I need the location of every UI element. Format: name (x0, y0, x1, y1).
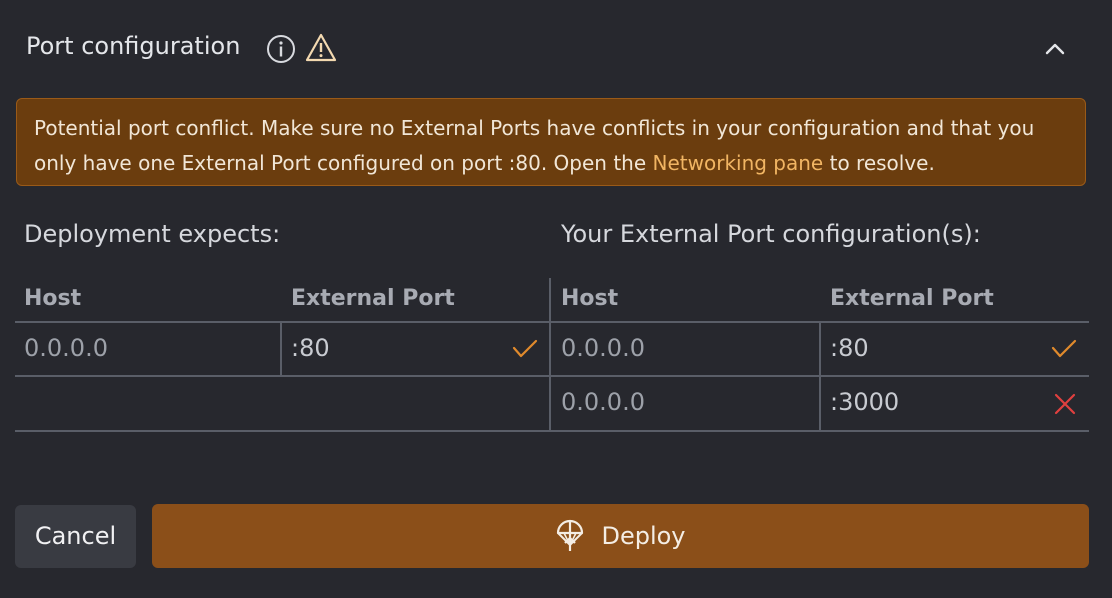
deploy-label: Deploy (601, 522, 686, 550)
right-port-header: External Port (830, 286, 994, 311)
left-row-host: 0.0.0.0 (24, 334, 108, 362)
column-separator (819, 321, 821, 431)
table-divider (15, 430, 1089, 432)
your-config-label: Your External Port configuration(s): (561, 220, 981, 248)
table-divider (15, 321, 1089, 323)
info-circle-icon[interactable] (266, 34, 296, 64)
chevron-up-icon[interactable] (1040, 36, 1070, 62)
table-divider (15, 375, 1089, 377)
deployment-expects-label: Deployment expects: (24, 220, 281, 248)
left-row-port: :80 (291, 334, 330, 362)
column-separator (280, 321, 282, 376)
alert-suffix: to resolve. (823, 151, 935, 175)
right-host-header: Host (561, 286, 619, 311)
check-icon (1051, 339, 1077, 358)
warning-triangle-icon (305, 33, 337, 62)
right-row-host: 0.0.0.0 (561, 388, 645, 416)
port-conflict-alert: Potential port conflict. Make sure no Ex… (16, 98, 1086, 186)
deploy-button[interactable]: Deploy (152, 504, 1089, 568)
cancel-button[interactable]: Cancel (15, 505, 136, 568)
table-separator (549, 278, 551, 432)
left-port-header: External Port (291, 286, 455, 311)
section-title: Port configuration (26, 32, 241, 60)
deploy-icon (557, 519, 584, 551)
networking-pane-link[interactable]: Networking pane (653, 151, 824, 175)
section-header: Port configuration (0, 22, 1112, 74)
right-row-port: :3000 (830, 388, 900, 416)
right-row-host: 0.0.0.0 (561, 334, 645, 362)
close-x-icon (1054, 393, 1076, 415)
left-host-header: Host (24, 286, 82, 311)
check-icon (512, 339, 538, 358)
right-row-port: :80 (830, 334, 869, 362)
